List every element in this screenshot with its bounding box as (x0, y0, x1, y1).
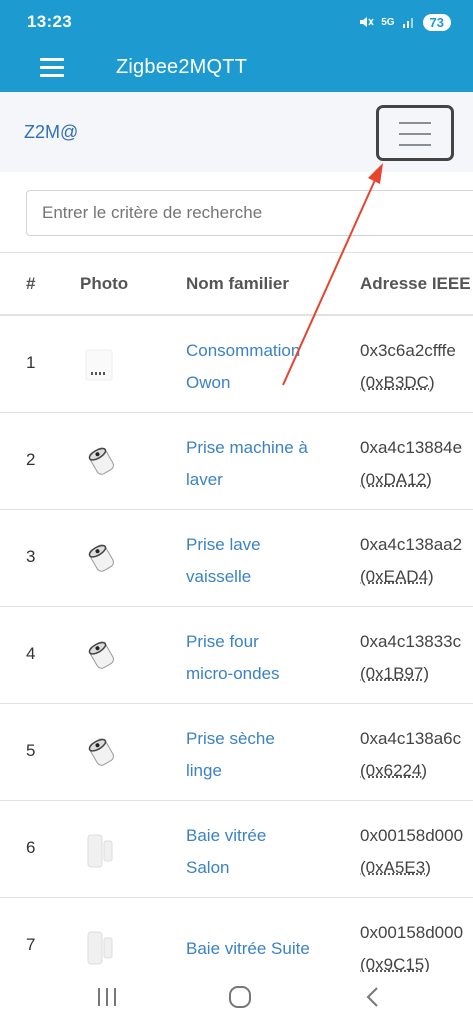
row-number: 6 (26, 838, 36, 857)
table-row: 5 Prise sèche linge 0xa4c138a6c (0x6224) (0, 704, 473, 801)
status-icons: 5G 73 (358, 10, 451, 34)
ieee-value: 0xa4c138aa2 (360, 535, 463, 554)
ieee-address: 0xa4c13833c (0x1B97) (360, 626, 461, 690)
smart-plug-image (88, 544, 114, 572)
network-address: (0x1B97) (360, 664, 429, 683)
status-time: 13:23 (27, 12, 72, 31)
device-name-line1: Prise sèche (186, 729, 275, 748)
back-icon[interactable] (358, 984, 388, 1010)
device-name-line1: Prise lave (186, 535, 261, 554)
navbar-brand[interactable]: Z2M@ (24, 122, 78, 143)
ieee-address: 0x00158d000 (0xA5E3) (360, 820, 463, 884)
table-row: 4 Prise four micro-ondes 0xa4c13833c (0x… (0, 607, 473, 704)
ieee-address: 0xa4c138a6c (0x6224) (360, 723, 461, 787)
smart-plug-image (88, 738, 114, 766)
mute-icon (360, 17, 374, 27)
network-address: (0x6224) (360, 761, 428, 780)
row-number: 1 (26, 353, 36, 372)
ieee-value: 0xa4c138a6c (360, 729, 462, 748)
energy-meter-image (85, 349, 113, 381)
device-name-line1: Consommation (186, 341, 301, 360)
smart-plug-image (88, 641, 114, 669)
device-link[interactable]: Prise lave vaisselle (186, 529, 346, 593)
network-address: (0xA5E3) (360, 858, 431, 877)
door-sensor-image (87, 931, 113, 965)
device-name-line1: Prise four (186, 632, 259, 651)
table-row: 6 Baie vitrée Salon 0x00158d000 (0xA5E3) (0, 801, 473, 898)
network-address: (0xEAD4) (360, 567, 434, 586)
app-bar: Zigbee2MQTT (0, 44, 473, 92)
column-header-ieee-address[interactable]: Adresse IEEE (360, 274, 471, 294)
device-name-line1: Baie vitrée (186, 826, 267, 845)
device-link[interactable]: Prise sèche linge (186, 723, 346, 787)
network-label: 5G (381, 16, 395, 28)
ieee-value: 0xa4c13884e (360, 438, 463, 457)
smart-plug-image (88, 447, 114, 475)
network-address: (0xB3DC) (360, 373, 435, 392)
ieee-value: 0xa4c13833c (360, 632, 462, 651)
column-header-number[interactable]: # (26, 274, 35, 294)
table-row: 3 Prise lave vaisselle 0xa4c138aa2 (0xEA… (0, 510, 473, 607)
table-header: # Photo Nom familier Adresse IEEE (0, 252, 473, 316)
row-number: 3 (26, 547, 36, 566)
battery-indicator: 73 (422, 13, 451, 31)
home-icon[interactable] (224, 984, 254, 1010)
navbar-toggler-icon (399, 122, 431, 155)
device-link[interactable]: Consommation Owon (186, 335, 346, 399)
recent-apps-icon[interactable] (92, 984, 122, 1010)
ieee-address: 0xa4c138aa2 (0xEAD4) (360, 529, 462, 593)
row-number: 7 (26, 935, 36, 954)
column-header-friendly-name[interactable]: Nom familier (186, 274, 289, 294)
row-number: 4 (26, 644, 36, 663)
ieee-value: 0x3c6a2cfffe (360, 341, 456, 360)
ieee-value: 0x00158d000 (360, 923, 464, 942)
column-header-photo[interactable]: Photo (80, 274, 128, 294)
network-address: (0xDA12) (360, 470, 432, 489)
navbar-toggler-button[interactable] (376, 105, 454, 161)
device-name-line2: linge (186, 761, 222, 780)
ieee-address: 0x3c6a2cfffe (0xB3DC) (360, 335, 456, 399)
device-link[interactable]: Prise machine à laver (186, 432, 346, 496)
system-nav-bar (0, 972, 473, 1024)
device-name-line1: Baie vitrée Suite (186, 939, 310, 958)
signal-icon (402, 18, 413, 28)
device-link[interactable]: Prise four micro-ondes (186, 626, 346, 690)
search-input[interactable] (26, 190, 473, 236)
status-bar: 13:23 5G 73 (0, 0, 473, 44)
app-title: Zigbee2MQTT (116, 56, 248, 78)
device-link[interactable]: Baie vitrée Suite (186, 933, 346, 965)
door-sensor-image (87, 834, 113, 868)
device-link[interactable]: Baie vitrée Salon (186, 820, 346, 884)
hamburger-icon[interactable] (40, 58, 64, 78)
device-name-line2: Owon (186, 373, 231, 392)
ieee-address: 0xa4c13884e (0xDA12) (360, 432, 462, 496)
row-number: 2 (26, 450, 36, 469)
device-name-line2: micro-ondes (186, 664, 280, 683)
device-name-line2: vaisselle (186, 567, 252, 586)
row-number: 5 (26, 741, 36, 760)
device-name-line1: Prise machine à (186, 438, 308, 457)
table-row: 1 Consommation Owon 0x3c6a2cfffe (0xB3DC… (0, 316, 473, 413)
device-name-line2: Salon (186, 858, 230, 877)
table-row: 2 Prise machine à laver 0xa4c13884e (0xD… (0, 413, 473, 510)
ieee-value: 0x00158d000 (360, 826, 464, 845)
device-name-line2: laver (186, 470, 223, 489)
